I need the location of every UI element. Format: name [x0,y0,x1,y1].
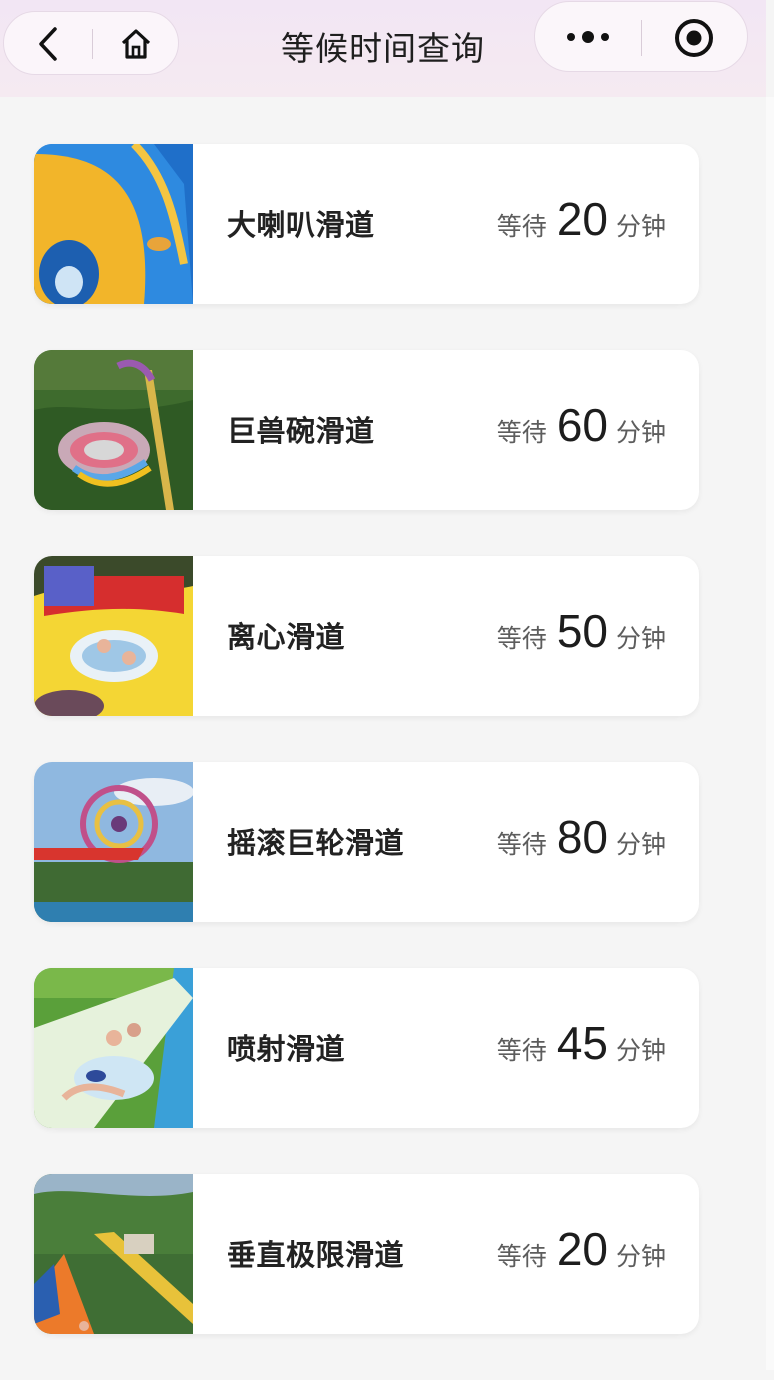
ride-card[interactable]: 摇滚巨轮滑道 等待 80 分钟 [34,762,699,922]
ride-name: 大喇叭滑道 [227,208,375,242]
ride-name: 垂直极限滑道 [227,1238,405,1272]
wait-time: 等待 50 分钟 [497,604,666,658]
ride-thumbnail [34,350,193,510]
ride-card[interactable]: 离心滑道 等待 50 分钟 [34,556,699,716]
wait-unit: 分钟 [615,830,666,859]
ride-name: 巨兽碗滑道 [227,414,375,448]
close-button[interactable] [671,15,717,61]
ride-name: 离心滑道 [227,620,346,654]
ride-card[interactable]: 喷射滑道 等待 45 分钟 [34,968,699,1128]
wait-time: 等待 80 分钟 [497,810,666,864]
top-navigation-bar: 等候时间查询 [0,0,766,97]
ride-thumbnail [34,556,193,716]
wait-unit: 分钟 [615,418,666,447]
wait-label: 等待 [496,624,547,653]
wait-label: 等待 [496,830,547,859]
ride-thumbnail [34,762,193,922]
wait-unit: 分钟 [615,212,666,241]
ride-card[interactable]: 大喇叭滑道 等待 20 分钟 [34,144,699,304]
more-icon [567,31,609,43]
ride-thumbnail [34,968,193,1128]
wait-minutes: 20 [556,193,608,245]
wait-label: 等待 [496,212,547,241]
wait-label: 等待 [496,1242,547,1271]
ride-thumbnail [34,144,193,304]
wait-time: 等待 20 分钟 [497,192,666,246]
ride-thumbnail [34,1174,193,1334]
wait-unit: 分钟 [615,624,666,653]
wait-minutes: 20 [556,1223,608,1275]
wait-label: 等待 [496,418,547,447]
ride-card[interactable]: 垂直极限滑道 等待 20 分钟 [34,1174,699,1334]
scroll-edge [766,97,774,1370]
close-target-icon [675,19,713,57]
wait-minutes: 45 [556,1017,608,1069]
ride-card[interactable]: 巨兽碗滑道 等待 60 分钟 [34,350,699,510]
ride-list: 大喇叭滑道 等待 20 分钟 巨兽碗滑道 等待 60 分钟 离心滑道 等待 50… [34,144,699,1380]
wait-minutes: 60 [556,399,608,451]
wait-time: 等待 45 分钟 [497,1016,666,1070]
wait-time: 等待 20 分钟 [497,1222,666,1276]
more-button[interactable] [557,20,619,54]
wait-time: 等待 60 分钟 [497,398,666,452]
wait-minutes: 50 [556,605,608,657]
wait-label: 等待 [496,1036,547,1065]
miniprogram-capsule [534,1,748,72]
wait-unit: 分钟 [615,1242,666,1271]
wait-minutes: 80 [556,811,608,863]
wait-unit: 分钟 [615,1036,666,1065]
ride-name: 摇滚巨轮滑道 [227,826,405,860]
ride-name: 喷射滑道 [227,1032,346,1066]
capsule-divider [641,20,642,56]
